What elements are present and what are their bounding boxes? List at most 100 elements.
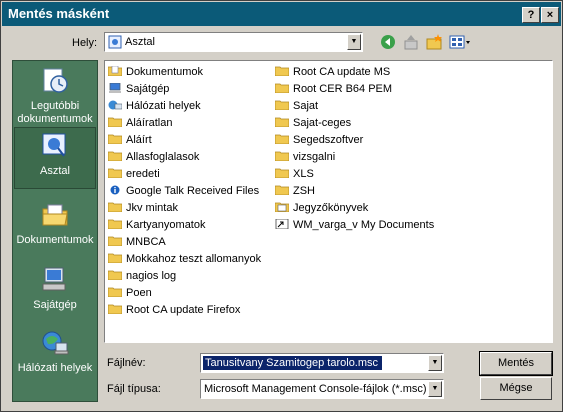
location-label: Hely:: [72, 37, 98, 49]
place-recent[interactable]: Legutóbbi dokumentumok: [14, 63, 96, 125]
file-item[interactable]: Hálózati helyek: [108, 98, 261, 115]
documents-folder-icon: [42, 204, 68, 226]
file-item[interactable]: Sajat-ceges: [275, 115, 434, 132]
folder-icon: [275, 134, 293, 146]
view-menu-icon[interactable]: [449, 33, 471, 51]
place-label: Sajátgép: [33, 299, 77, 311]
file-item[interactable]: Kartyanyomatok: [108, 217, 261, 234]
folder-icon: [108, 168, 126, 180]
save-button[interactable]: Mentés: [479, 351, 553, 376]
file-item[interactable]: XLS: [275, 166, 434, 183]
file-item-name: Hálózati helyek: [126, 100, 201, 112]
file-item[interactable]: Dokumentumok: [108, 64, 261, 81]
folder-icon: [108, 270, 126, 282]
place-label: Legutóbbi dokumentumok: [17, 100, 93, 125]
computer-icon: [108, 83, 126, 95]
folder-icon: [108, 134, 126, 146]
filetype-dropdown-button[interactable]: ▼: [428, 381, 442, 397]
file-column-1: Dokumentumok Sajátgép Hálózati helyek Aláír…: [108, 64, 261, 319]
file-item-name: WM_varga_v My Documents: [293, 219, 435, 231]
recent-documents-icon: [43, 68, 68, 93]
location-combo[interactable]: Asztal ▼: [104, 32, 363, 52]
file-item[interactable]: Aláírt: [108, 132, 261, 149]
file-item[interactable]: Root CA update MS: [275, 64, 434, 81]
places-bar: Legutóbbi dokumentumok Asztal Dokumentum…: [12, 60, 98, 402]
file-item[interactable]: MNBCA: [108, 234, 261, 251]
folder-icon: [108, 151, 126, 163]
file-item-name: XLS: [293, 168, 314, 180]
folder-icon: [108, 304, 126, 316]
my-documents-icon: [108, 66, 126, 78]
file-item[interactable]: Jegyzőkönyvek: [275, 200, 434, 217]
location-dropdown-button[interactable]: ▼: [347, 34, 361, 50]
file-item[interactable]: Google Talk Received Files: [108, 183, 261, 200]
file-item-name: Root CA update Firefox: [126, 304, 241, 316]
filename-dropdown-button[interactable]: ▼: [428, 355, 442, 371]
folder-icon: [108, 287, 126, 299]
file-item-name: Root CER B64 PEM: [293, 83, 393, 95]
filename-label: Fájlnév:: [107, 357, 146, 369]
folder-icon: [108, 117, 126, 129]
file-item[interactable]: Sajátgép: [108, 81, 261, 98]
file-item[interactable]: ZSH: [275, 183, 434, 200]
filetype-value: Microsoft Management Console-fájlok (*.m…: [204, 383, 427, 395]
place-label: Dokumentumok: [16, 234, 94, 246]
file-item[interactable]: Root CER B64 PEM: [275, 81, 434, 98]
file-item-name: eredeti: [126, 168, 160, 180]
file-item[interactable]: Aláíratlan: [108, 115, 261, 132]
doc-folder-icon: [275, 202, 293, 214]
file-item-name: Sajátgép: [126, 83, 170, 95]
folder-icon: [275, 185, 293, 197]
filename-input[interactable]: [203, 356, 382, 370]
file-item-name: Aláírt: [126, 134, 152, 146]
file-item[interactable]: Sajat: [275, 98, 434, 115]
up-folder-icon[interactable]: [402, 33, 420, 51]
filetype-label: Fájl típusa:: [107, 383, 161, 395]
place-documents[interactable]: Dokumentumok: [14, 197, 96, 259]
place-network[interactable]: Hálózati helyek: [14, 325, 96, 387]
file-item-name: Kartyanyomatok: [126, 219, 206, 231]
file-item-name: vizsgalni: [293, 151, 336, 163]
file-item-name: Aláíratlan: [126, 117, 173, 129]
file-item[interactable]: Poen: [108, 285, 261, 302]
place-label: Asztal: [40, 165, 70, 177]
filename-combo[interactable]: ▼: [200, 353, 444, 373]
new-folder-icon[interactable]: [425, 33, 443, 51]
file-item[interactable]: vizsgalni: [275, 149, 434, 166]
file-item[interactable]: nagios log: [108, 268, 261, 285]
location-value: Asztal: [125, 36, 155, 48]
file-item[interactable]: Segedszoftver: [275, 132, 434, 149]
network-places-icon: [42, 331, 69, 355]
file-item[interactable]: Allasfoglalasok: [108, 149, 261, 166]
shortcut-folder-icon: [275, 219, 293, 231]
save-as-dialog: Mentés másként ? × Hely: Asztal ▼ Legutó…: [0, 0, 563, 412]
help-button[interactable]: ?: [522, 7, 540, 23]
file-item-name: nagios log: [126, 270, 177, 282]
folder-icon: [275, 100, 293, 112]
file-item[interactable]: Root CA update Firefox: [108, 302, 261, 319]
file-item-name: MNBCA: [126, 236, 166, 248]
file-item[interactable]: WM_varga_v My Documents: [275, 217, 434, 234]
file-item-name: Dokumentumok: [126, 66, 204, 78]
folder-icon: [275, 168, 293, 180]
file-item[interactable]: Jkv mintak: [108, 200, 261, 217]
filetype-select[interactable]: Microsoft Management Console-fájlok (*.m…: [200, 379, 444, 399]
place-desktop[interactable]: Asztal: [14, 127, 96, 189]
place-my-computer[interactable]: Sajátgép: [14, 262, 96, 324]
folder-icon: [275, 83, 293, 95]
network-icon: [108, 100, 126, 112]
file-list[interactable]: Dokumentumok Sajátgép Hálózati helyek Aláír…: [104, 60, 553, 343]
title-bar[interactable]: Mentés másként ? ×: [2, 2, 561, 26]
file-item-name: Segedszoftver: [293, 134, 364, 146]
folder-icon: [275, 117, 293, 129]
cancel-button[interactable]: Mégse: [480, 377, 552, 400]
file-item[interactable]: eredeti: [108, 166, 261, 183]
back-icon[interactable]: [379, 33, 397, 51]
file-item-name: Google Talk Received Files: [126, 185, 260, 197]
close-button[interactable]: ×: [541, 7, 559, 23]
file-item[interactable]: Mokkahoz teszt allomanyok: [108, 251, 261, 268]
window-title: Mentés másként: [8, 6, 110, 21]
desktop-icon: [42, 133, 66, 157]
my-computer-icon: [42, 267, 66, 291]
folder-icon: [275, 66, 293, 78]
